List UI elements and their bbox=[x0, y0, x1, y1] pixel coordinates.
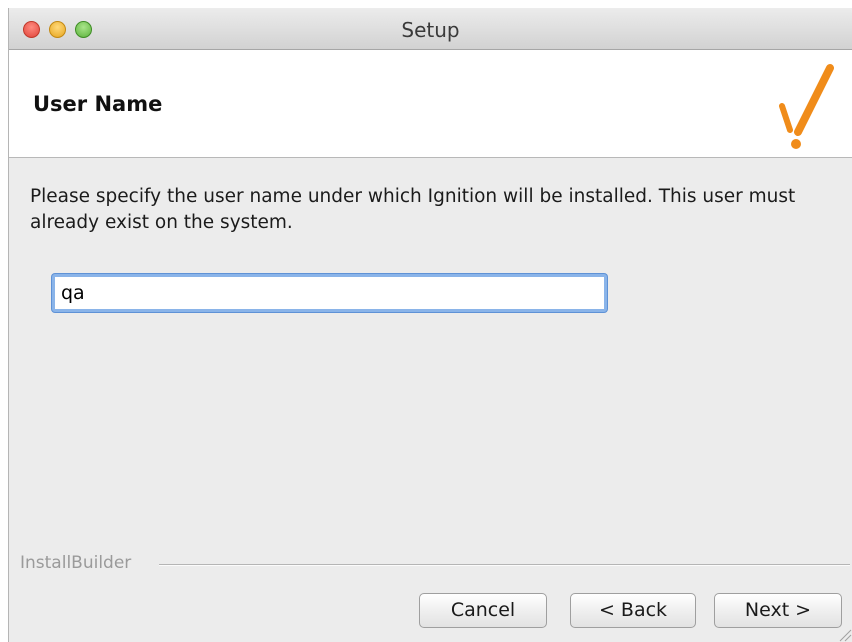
page-title: User Name bbox=[33, 92, 163, 116]
title-bar[interactable]: Setup bbox=[9, 8, 852, 50]
username-field[interactable] bbox=[52, 274, 607, 312]
back-button[interactable]: < Back bbox=[570, 593, 696, 628]
username-input[interactable] bbox=[55, 277, 604, 309]
installbuilder-label: InstallBuilder bbox=[20, 553, 132, 573]
window-title: Setup bbox=[401, 18, 460, 42]
bitrock-logo-icon bbox=[779, 64, 834, 149]
cancel-button[interactable]: Cancel bbox=[419, 593, 547, 628]
page-header: User Name bbox=[9, 50, 852, 158]
instructions-text: Please specify the user name under which… bbox=[30, 186, 796, 233]
resize-grip-icon[interactable] bbox=[836, 626, 852, 642]
setup-window: Setup User Name Please specify the user … bbox=[8, 8, 852, 642]
footer-divider bbox=[159, 564, 850, 566]
next-button[interactable]: Next > bbox=[714, 593, 842, 628]
